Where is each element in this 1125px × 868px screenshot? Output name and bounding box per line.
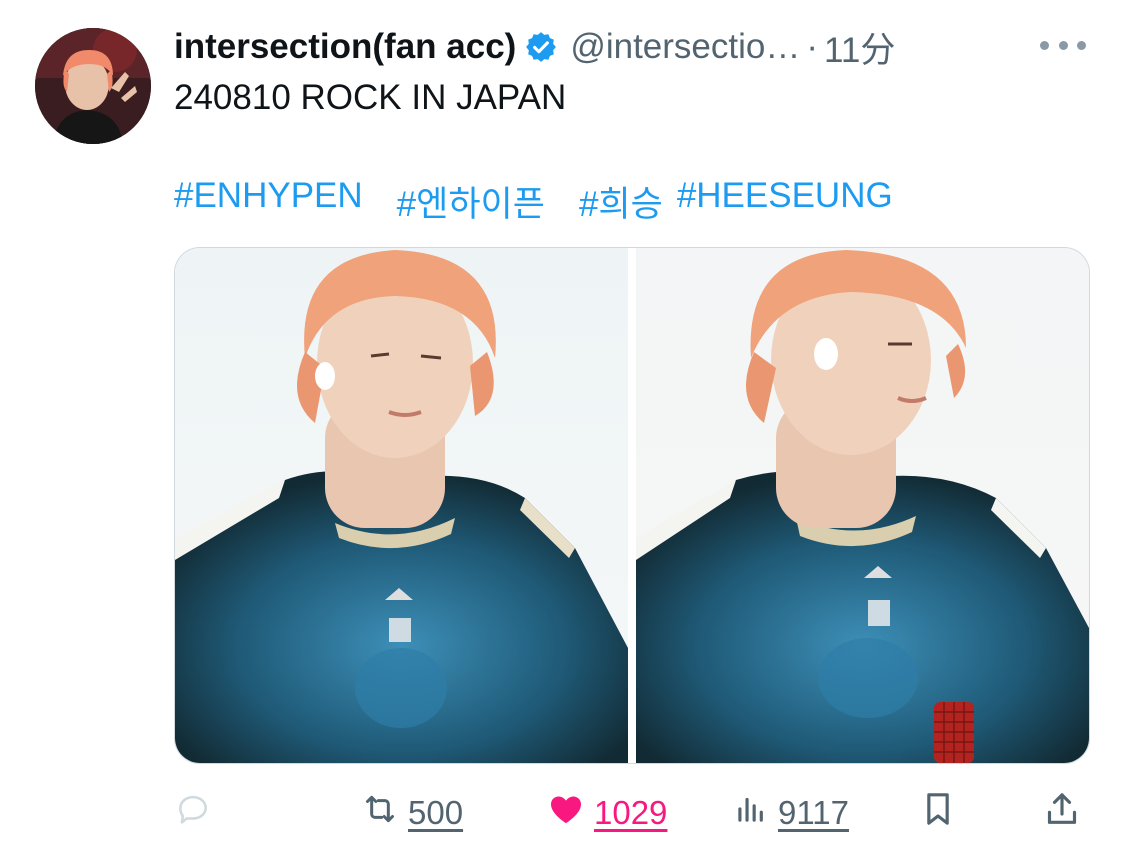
action-bar: 500 1029 9117	[174, 788, 1088, 838]
tweet[interactable]: intersection(fan acc) @intersectio… · 11…	[0, 0, 1125, 868]
repost-button[interactable]: 500	[360, 788, 463, 838]
display-name[interactable]: intersection(fan acc)	[174, 27, 516, 67]
hashtag-row: #ENHYPEN #엔하이픈 #희승 #HEESEUNG	[174, 176, 927, 227]
more-dot	[1077, 40, 1086, 50]
more-icon[interactable]	[1040, 30, 1086, 60]
photo-2[interactable]	[636, 248, 1089, 763]
tweet-header: intersection(fan acc) @intersectio… · 11…	[174, 24, 895, 70]
views-count: 9117	[778, 794, 849, 831]
timestamp[interactable]: 11分	[824, 22, 895, 73]
handle[interactable]: @intersectio…	[570, 27, 800, 67]
share-icon	[1042, 789, 1082, 837]
photo-1[interactable]	[175, 248, 628, 763]
hashtag-link[interactable]: #ENHYPEN	[174, 176, 363, 227]
hashtag-link[interactable]: #HEESEUNG	[677, 176, 893, 227]
verified-badge-icon	[524, 30, 558, 64]
hashtag-link[interactable]: #희승	[579, 176, 663, 227]
reply-icon	[174, 790, 212, 836]
avatar[interactable]	[35, 28, 151, 144]
bookmark-button[interactable]	[918, 788, 958, 838]
reply-button[interactable]	[174, 788, 212, 838]
like-button[interactable]: 1029	[546, 788, 667, 838]
views-button[interactable]: 9117	[732, 788, 849, 838]
repost-icon	[360, 789, 400, 837]
more-dot	[1040, 40, 1049, 50]
share-button[interactable]	[1042, 788, 1082, 838]
media-grid	[174, 247, 1090, 764]
repost-count: 500	[408, 794, 464, 831]
like-count: 1029	[594, 794, 668, 831]
separator-dot: ·	[806, 27, 819, 66]
more-dot	[1058, 40, 1068, 50]
views-icon	[732, 790, 770, 836]
tweet-text: 240810 ROCK IN JAPAN	[174, 78, 567, 117]
bookmark-icon	[918, 789, 958, 837]
hashtag-link[interactable]: #엔하이픈	[397, 176, 545, 227]
heart-icon	[546, 789, 586, 837]
